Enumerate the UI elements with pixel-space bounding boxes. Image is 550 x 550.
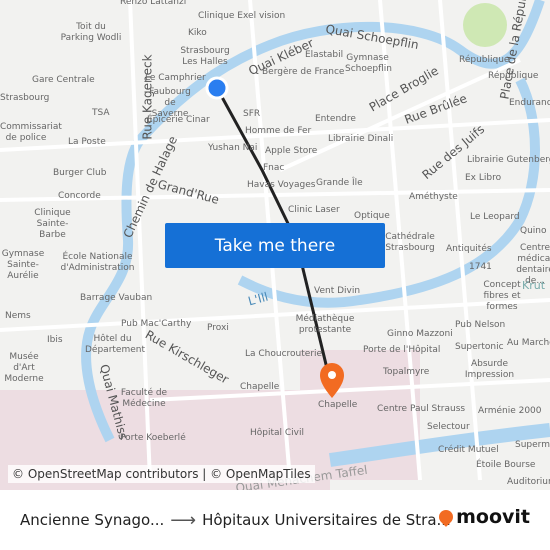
map-attribution[interactable]: © OpenStreetMap contributors | © OpenMap…: [8, 465, 315, 483]
poi-label: Antiquités: [446, 244, 492, 254]
poi-label: Krut: [522, 279, 546, 292]
poi-label: Supertonic: [455, 342, 504, 352]
poi-label: Grande Île: [316, 178, 363, 188]
destination-name: Hôpitaux Universitaires de Stra...: [202, 511, 451, 529]
poi-label: Pub Nelson: [455, 320, 506, 330]
poi-label: Fnac: [263, 163, 285, 173]
poi-label: Ginno Mazzoni: [387, 329, 453, 339]
poi-label: Gare Centrale: [32, 75, 95, 85]
moovit-logo: moovit: [436, 506, 530, 528]
poi-label: Étoile Bourse: [476, 460, 536, 470]
poi-label: Yushan Nai: [208, 143, 258, 153]
poi-label: Cathédrale Strasbourg: [385, 232, 435, 253]
poi-label: Faculté de Médecine: [120, 388, 168, 409]
poi-label: Gymnase Schoepflin: [345, 53, 392, 74]
poi-label: Centre Paul Strauss: [377, 404, 466, 414]
poi-label: Quino: [520, 226, 547, 236]
poi-label: Améthyste: [409, 192, 458, 202]
poi-label: Renzo Lattanzi: [120, 0, 187, 7]
poi-label: Havas Voyages: [247, 180, 316, 190]
poi-label: Endurance: [509, 98, 550, 108]
poi-label: Hôtel du Département: [85, 334, 145, 355]
poi-label: Vent Divin: [314, 286, 361, 296]
poi-label: TSA: [92, 108, 110, 118]
poi-label: Entendre: [315, 114, 356, 124]
poi-label: Au Marché: [507, 338, 550, 348]
poi-label: Ex Libro: [465, 173, 502, 183]
poi-label: Selectour: [427, 422, 470, 432]
poi-label: Optique: [354, 211, 390, 221]
poi-label: Elastabil: [305, 50, 344, 60]
poi-label: Concorde: [58, 191, 101, 201]
poi-label: Nems: [5, 311, 31, 321]
poi-label: Burger Club: [53, 168, 107, 178]
poi-label: Gymnase Sainte-Aurélie: [1, 249, 45, 281]
poi-label: Médiathèque protestante: [295, 314, 355, 335]
poi-label: Barrage Vauban: [80, 293, 153, 303]
poi-label: Hôpital Civil: [250, 428, 305, 438]
map[interactable]: Quai Kléber Quai Schoepflin Rue Kageneck…: [0, 0, 550, 490]
poi-label: Pub Mac'Carthy: [121, 319, 192, 329]
poi-label: SFR: [243, 109, 261, 119]
poi-label: Auditorium: [507, 477, 550, 487]
moovit-pin-icon: [436, 507, 457, 527]
poi-label: Proxi: [207, 323, 229, 333]
poi-label: Clinic Laser: [288, 205, 340, 215]
poi-label: Topalmyre: [383, 367, 430, 377]
poi-label: République: [459, 55, 510, 65]
poi-label: Ibis: [47, 335, 63, 345]
moovit-wordmark: moovit: [456, 506, 530, 528]
poi-label: Strasbourg: [0, 93, 50, 103]
poi-label: Homme de Fer: [245, 126, 312, 136]
poi-label: Superm...: [515, 440, 550, 450]
poi-label: Apple Store: [265, 146, 318, 156]
origin-name: Ancienne Synago...: [20, 511, 165, 529]
poi-label: La Choucrouterie: [245, 349, 323, 359]
poi-label: Kiko: [188, 28, 207, 38]
poi-label: Épicerie Cinar: [147, 115, 210, 125]
poi-label: Commissariat de police: [0, 122, 62, 143]
arrow-right-icon: ⟶: [170, 509, 197, 531]
poi-label: Chapelle: [240, 382, 280, 392]
poi-label: 1741: [469, 262, 492, 272]
take-me-there-button[interactable]: Take me there: [165, 223, 385, 268]
poi-label: Porte Koeberlé: [120, 433, 186, 443]
origin-marker: [205, 76, 229, 100]
poi-label: Crédit Mutuel: [438, 445, 499, 455]
poi-label: Le Leopard: [470, 212, 520, 222]
poi-label: Librairie Gutenberg: [467, 155, 550, 165]
poi-label: Musée d'Art Moderne: [4, 352, 44, 384]
poi-label: École Nationale d'Administration: [60, 252, 135, 273]
poi-label: La Poste: [68, 137, 106, 147]
poi-label: Absurde Impression: [464, 359, 515, 380]
poi-label: Clinique Exel vision: [198, 11, 286, 21]
poi-label: Clinique Sainte-Barbe: [34, 208, 71, 240]
poi-label: Porte de l'Hôpital: [363, 345, 441, 355]
poi-label: Librairie Dinali: [328, 134, 394, 144]
poi-label: Le Camphrier: [145, 73, 206, 83]
poi-label: Arménie 2000: [478, 406, 542, 416]
poi-label: Toit du Parking Wodli: [60, 22, 122, 43]
poi-label: Strasbourg Les Halles: [180, 46, 230, 67]
poi-label: Bergère de France: [262, 67, 345, 77]
poi-label: Chapelle: [318, 400, 358, 410]
poi-label: République: [488, 71, 539, 81]
